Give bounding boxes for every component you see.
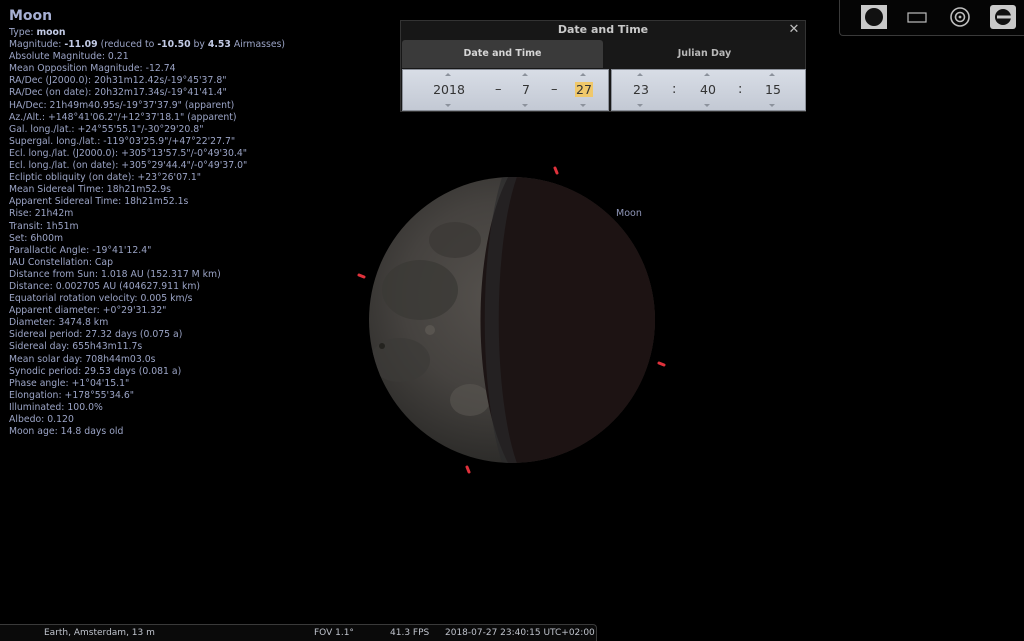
info-line: Ecl. long./lat. (on date): +305°29'44.4"… [9,160,248,172]
object-info-panel: Moon Type: moon Magnitude: -11.09 (reduc… [9,8,389,438]
minute-field[interactable]: 40 [695,70,721,110]
second-up-icon[interactable] [769,73,775,76]
type-line: Type: moon [9,27,66,38]
object-title: Moon [9,8,53,24]
minute-up-icon[interactable] [704,73,710,76]
time-separator: : [672,82,677,97]
info-line: Set: 6h00m [9,232,64,244]
info-line: Moon age: 14.8 days old [9,426,124,438]
info-line: Parallactic Angle: -19°41'12.4" [9,244,152,256]
info-line: Rise: 21h42m [9,208,74,220]
info-line: RA/Dec (on date): 20h32m17.34s/-19°41'41… [9,87,227,99]
moon-disk-icon[interactable] [861,5,887,29]
tab-date-and-time[interactable]: Date and Time [402,40,603,68]
top-toolbar [839,0,1024,36]
frame-icon[interactable] [904,5,930,29]
hour-up-icon[interactable] [637,73,643,76]
info-line: RA/Dec (J2000.0): 20h31m12.42s/-19°45'37… [9,75,227,87]
marker-right [657,361,666,367]
info-line: Apparent diameter: +0°29'31.32" [9,305,167,317]
second-down-icon[interactable] [769,104,775,107]
day-up-icon[interactable] [580,73,586,76]
minute-down-icon[interactable] [704,104,710,107]
moon-disk[interactable] [369,170,700,470]
time-separator: : [738,82,743,97]
year-up-icon[interactable] [445,73,451,76]
date-separator: – [495,82,502,97]
info-line: Apparent Sidereal Time: 18h21m52.1s [9,196,189,208]
time-spinbox: 23 : 40 : 15 [611,69,806,111]
tab-julian-day[interactable]: Julian Day [605,40,804,68]
info-line: Phase angle: +1°04'15.1" [9,377,130,389]
info-line: IAU Constellation: Cap [9,256,113,268]
info-line: Supergal. long./lat.: -119°03'25.9"/+47°… [9,135,236,147]
info-line: Sidereal day: 655h43m11.7s [9,341,143,353]
date-time-dialog: Date and Time ✕ Date and Time Julian Day… [400,20,806,112]
marker-bottom [465,465,471,474]
info-line: Diameter: 3474.8 km [9,317,109,329]
info-line: Sidereal period: 27.32 days (0.075 a) [9,329,183,341]
info-line: Ecl. long./lat. (J2000.0): +305°13'57.5"… [9,147,248,159]
telescope-icon[interactable] [990,5,1016,29]
marker-top [553,166,559,175]
year-down-icon[interactable] [445,104,451,107]
day-down-icon[interactable] [580,104,586,107]
info-line: Ecliptic obliquity (on date): +23°26'07.… [9,172,202,184]
info-line: Mean Sidereal Time: 18h21m52.9s [9,184,171,196]
location-text[interactable]: Earth, Amsterdam, 13 m [44,625,155,641]
fps-text: 41.3 FPS [390,628,430,638]
info-line: Distance from Sun: 1.018 AU (152.317 M k… [9,268,221,280]
month-field[interactable]: 7 [515,70,537,110]
month-up-icon[interactable] [522,73,528,76]
info-line: Illuminated: 100.0% [9,401,103,413]
target-icon[interactable] [947,5,973,29]
moon-label: Moon [616,208,642,219]
magnitude-line: Magnitude: -11.09 (reduced to -10.50 by … [9,39,286,51]
datetime-text[interactable]: 2018-07-27 23:40:15 UTC+02:00 [445,625,595,641]
info-line: Distance: 0.002705 AU (404627.911 km) [9,280,201,292]
info-line: Gal. long./lat.: +24°55'55.1"/-30°29'20.… [9,123,204,135]
date-separator: – [551,82,558,97]
close-icon[interactable]: ✕ [787,22,801,38]
info-line: HA/Dec: 21h49m40.95s/-19°37'37.9" (appar… [9,99,235,111]
info-line: Elongation: +178°55'34.6" [9,389,135,401]
date-spinbox: 2018 – 7 – 27 [402,69,609,111]
info-line: Equatorial rotation velocity: 0.005 km/s [9,293,193,305]
day-field[interactable]: 27 [571,70,597,110]
status-bar: Earth, Amsterdam, 13 m FOV 1.1° 41.3 FPS… [0,624,597,641]
info-line: Mean solar day: 708h44m03.0s [9,353,156,365]
info-line: Synodic period: 29.53 days (0.081 a) [9,365,182,377]
day-value[interactable]: 27 [575,82,593,97]
hour-down-icon[interactable] [637,104,643,107]
info-line: Transit: 1h51m [9,220,79,232]
info-line: Absolute Magnitude: 0.21 [9,51,129,63]
second-field[interactable]: 15 [760,70,786,110]
info-line: Mean Opposition Magnitude: -12.74 [9,63,176,75]
fov-text: FOV 1.1° [314,628,354,638]
month-down-icon[interactable] [522,104,528,107]
hour-field[interactable]: 23 [628,70,654,110]
dialog-title[interactable]: Date and Time [401,21,805,39]
info-line: Az./Alt.: +148°41'06.2"/+12°37'18.1" (ap… [9,111,237,123]
info-line: Albedo: 0.120 [9,414,74,425]
year-field[interactable]: 2018 [423,70,475,110]
